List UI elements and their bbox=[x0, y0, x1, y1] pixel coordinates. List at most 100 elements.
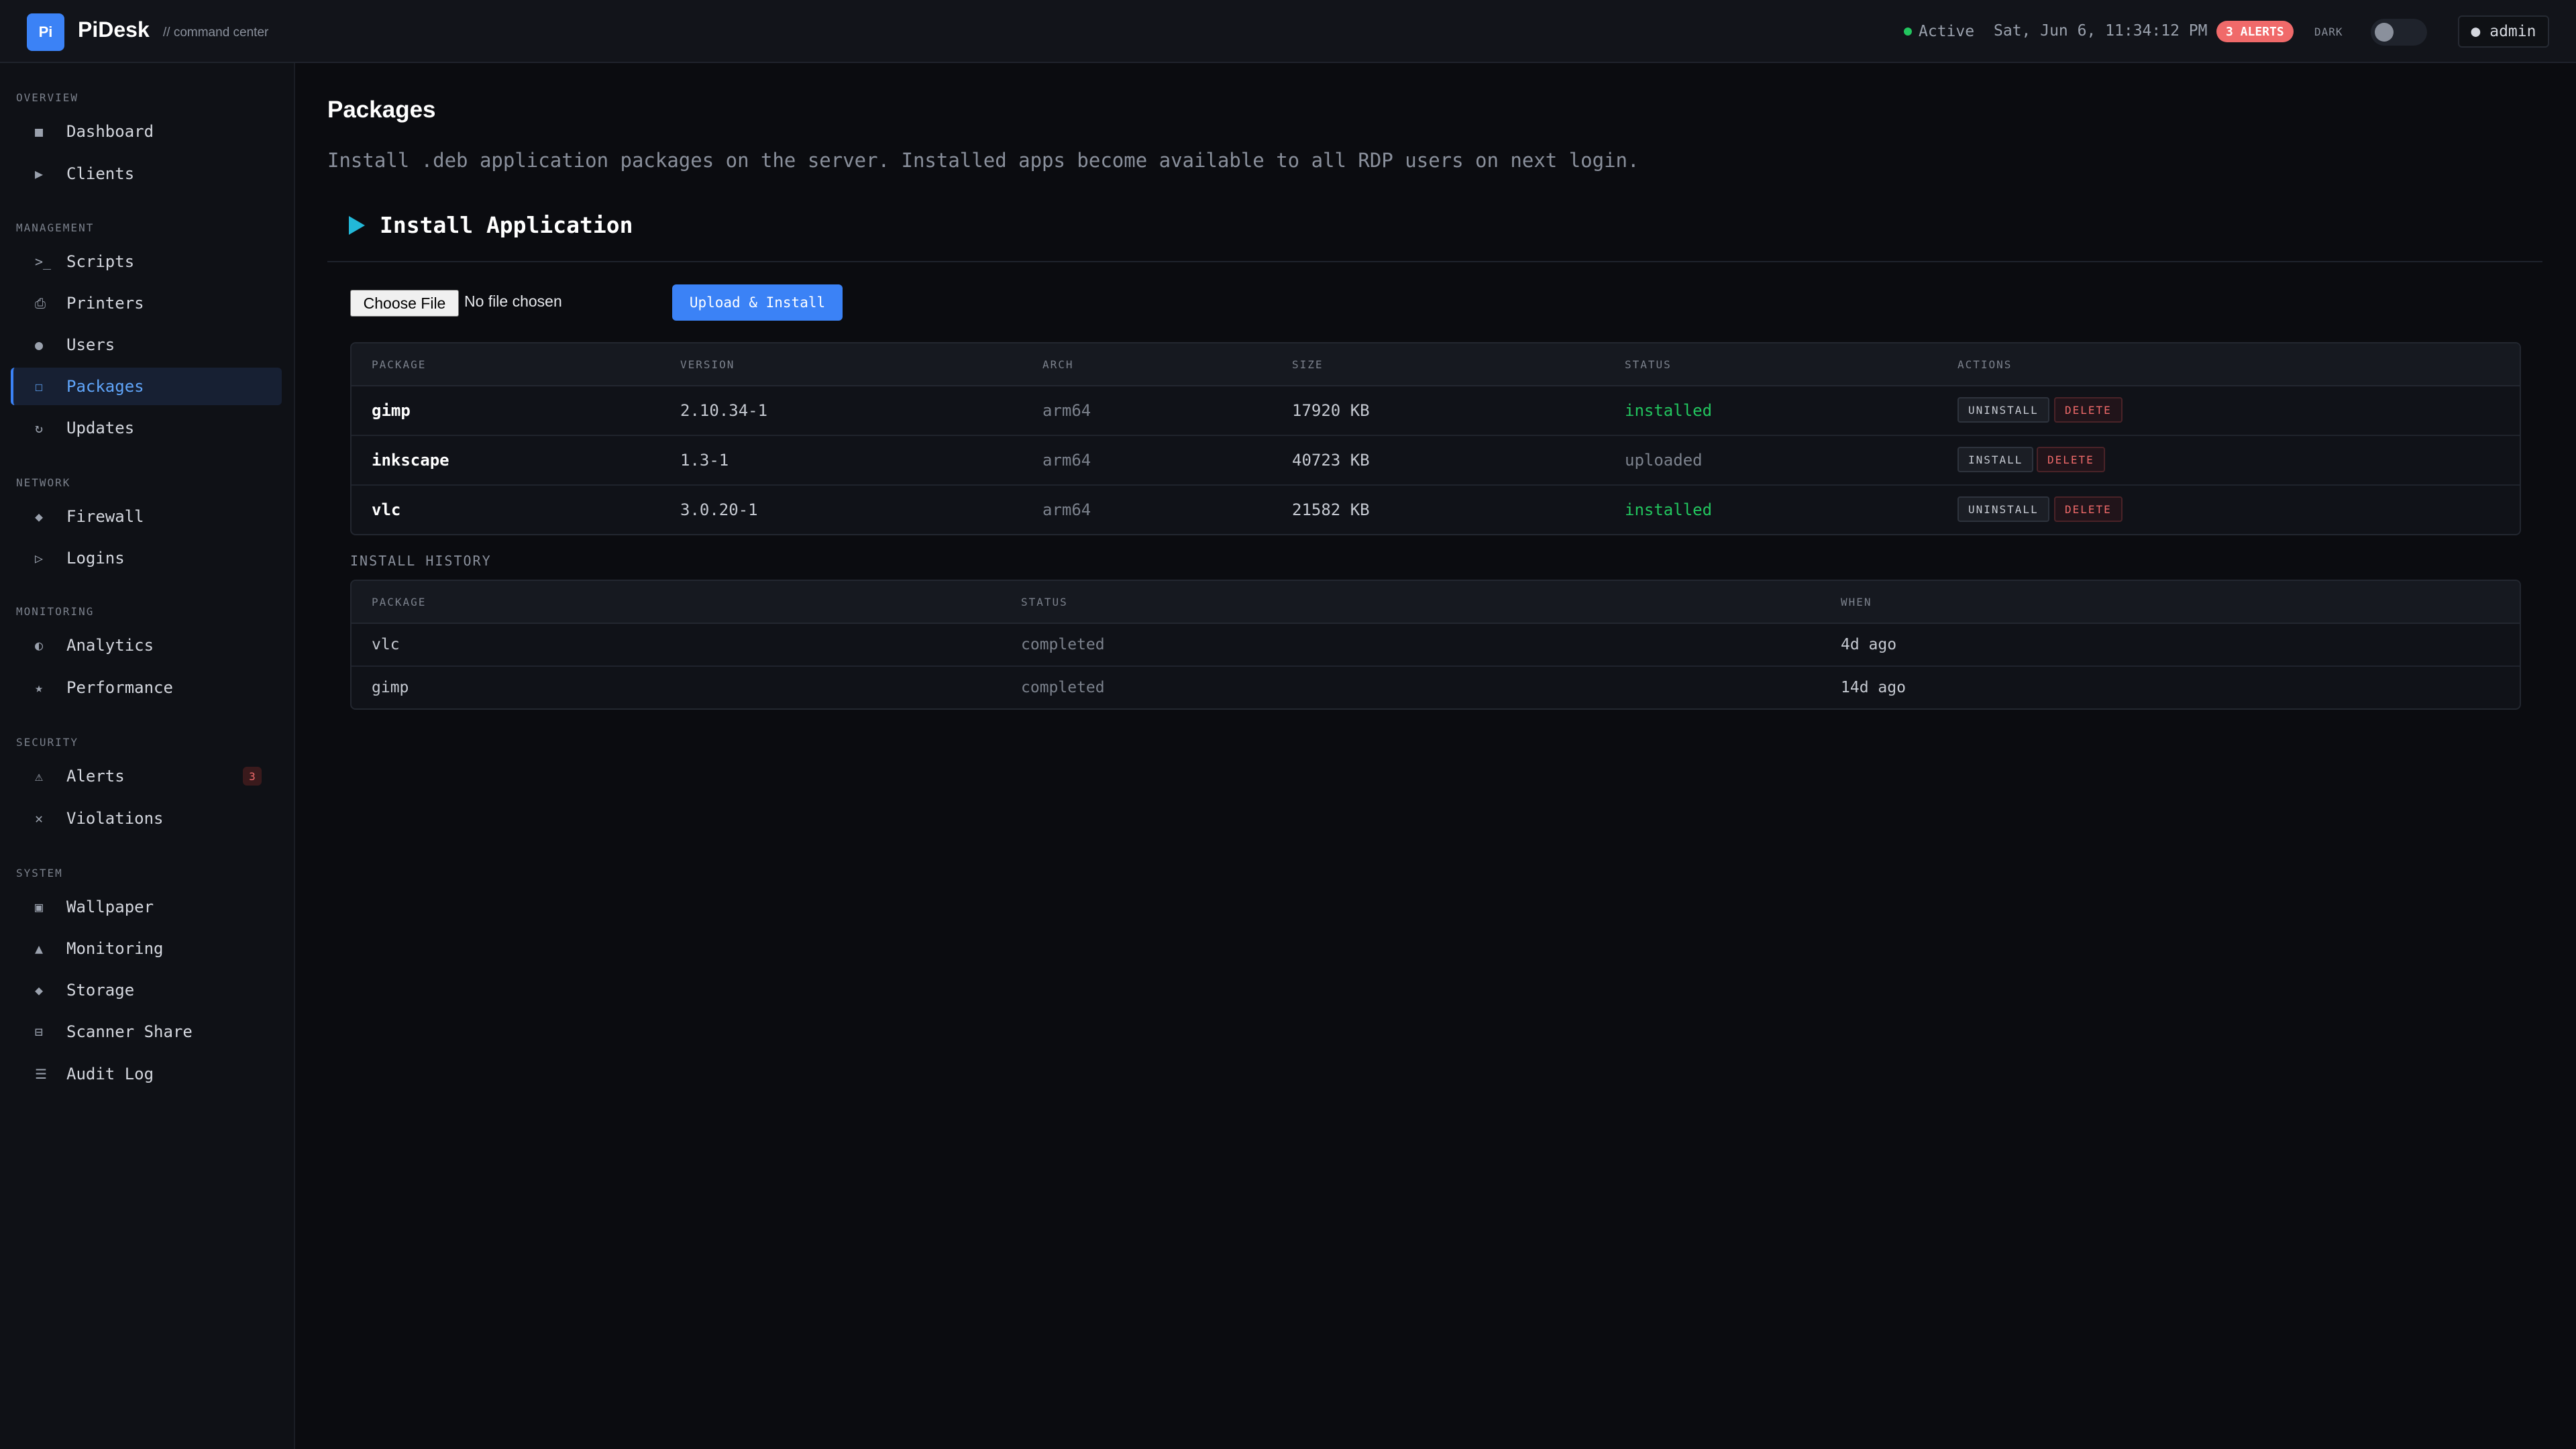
sidebar-item-label: Firewall bbox=[66, 507, 144, 526]
sidebar-item-storage[interactable]: ◆ Storage bbox=[11, 971, 282, 1009]
delete-button[interactable]: DELETE bbox=[2037, 447, 2105, 472]
sidebar-item-firewall[interactable]: ◆ Firewall bbox=[11, 498, 282, 535]
expand-triangle-icon bbox=[349, 215, 365, 235]
column-header: ACTIONS bbox=[1957, 358, 2012, 371]
top-bar: Pi PiDesk // command center Active Sat, … bbox=[0, 0, 2576, 63]
uninstall-button[interactable]: UNINSTALL bbox=[1957, 397, 2049, 423]
sidebar-item-dashboard[interactable]: ■ Dashboard bbox=[11, 113, 282, 150]
terminal-icon: >_ bbox=[35, 254, 52, 270]
delete-button[interactable]: DELETE bbox=[2054, 397, 2123, 423]
sidebar-item-logins[interactable]: ▷ Logins bbox=[11, 539, 282, 577]
app-subtitle: // command center bbox=[163, 25, 269, 40]
sidebar-item-clients[interactable]: ▶ Clients bbox=[11, 155, 282, 193]
alerts-count-badge: 3 bbox=[243, 767, 262, 786]
sidebar-item-updates[interactable]: ↻ Updates bbox=[11, 409, 282, 447]
page-description: Install .deb application packages on the… bbox=[327, 149, 1640, 172]
app-logo: Pi bbox=[27, 13, 64, 51]
sidebar-item-analytics[interactable]: ◐ Analytics bbox=[11, 627, 282, 664]
package-name: vlc bbox=[372, 500, 401, 519]
package-status: uploaded bbox=[1625, 451, 1703, 470]
sidebar-item-label: Printers bbox=[66, 294, 144, 313]
sidebar-item-label: Monitoring bbox=[66, 939, 164, 958]
sidebar-item-packages[interactable]: ☐ Packages bbox=[11, 368, 282, 405]
column-header: STATUS bbox=[1625, 358, 1672, 371]
uninstall-button[interactable]: UNINSTALL bbox=[1957, 496, 2049, 522]
alerts-badge[interactable]: 3 ALERTS bbox=[2216, 21, 2294, 42]
file-status-label: No file chosen bbox=[464, 292, 562, 310]
analytics-icon: ◐ bbox=[35, 637, 44, 653]
sidebar-item-label: Updates bbox=[66, 419, 135, 437]
triangle-icon: ▲ bbox=[35, 941, 44, 957]
sidebar-item-performance[interactable]: ★ Performance bbox=[11, 669, 282, 706]
app-name: PiDesk bbox=[78, 17, 150, 42]
history-package: gimp bbox=[372, 679, 409, 696]
section-system: SYSTEM bbox=[16, 867, 63, 879]
firewall-icon: ◆ bbox=[35, 508, 44, 525]
history-when: 4d ago bbox=[1841, 636, 1897, 653]
storage-icon: ◆ bbox=[35, 982, 44, 998]
package-name: gimp bbox=[372, 401, 411, 420]
history-package: vlc bbox=[372, 636, 400, 653]
login-icon: ▷ bbox=[35, 550, 44, 566]
page-title: Packages bbox=[327, 97, 436, 123]
delete-button[interactable]: DELETE bbox=[2054, 496, 2123, 522]
user-menu-button[interactable]: ● admin bbox=[2458, 15, 2549, 48]
divider bbox=[327, 261, 2542, 262]
sidebar-item-scanner-share[interactable]: ⊟ Scanner Share bbox=[11, 1013, 282, 1051]
theme-toggle[interactable] bbox=[2371, 19, 2427, 46]
image-icon: ▣ bbox=[35, 899, 44, 915]
package-status: installed bbox=[1625, 401, 1713, 420]
sidebar-item-label: Packages bbox=[66, 377, 144, 396]
star-icon: ★ bbox=[35, 680, 44, 696]
install-section-header[interactable]: Install Application bbox=[349, 212, 633, 238]
package-size: 21582 KB bbox=[1292, 500, 1370, 519]
section-management: MANAGEMENT bbox=[16, 221, 95, 234]
sidebar-item-label: Performance bbox=[66, 678, 173, 697]
user-icon: ● bbox=[35, 337, 44, 353]
table-row: vlc 3.0.20-1 arm64 21582 KB installed UN… bbox=[352, 486, 2520, 534]
install-button[interactable]: INSTALL bbox=[1957, 447, 2034, 472]
sidebar-item-label: Logins bbox=[66, 549, 125, 568]
package-version: 1.3-1 bbox=[680, 451, 729, 470]
column-header: VERSION bbox=[680, 358, 735, 371]
sidebar: OVERVIEW ■ Dashboard ▶ Clients MANAGEMEN… bbox=[0, 63, 295, 1449]
package-version: 2.10.34-1 bbox=[680, 401, 768, 420]
status-indicator: Active bbox=[1904, 23, 1974, 40]
history-when: 14d ago bbox=[1841, 679, 1906, 696]
package-version: 3.0.20-1 bbox=[680, 500, 758, 519]
column-header: ARCH bbox=[1042, 358, 1074, 371]
status-text: Active bbox=[1919, 23, 1975, 40]
table-row: vlc completed 4d ago bbox=[352, 624, 2520, 667]
datetime: Sat, Jun 6, 11:34:12 PM bbox=[1994, 22, 2208, 40]
scanner-icon: ⊟ bbox=[35, 1024, 44, 1040]
sidebar-item-users[interactable]: ● Users bbox=[11, 326, 282, 364]
toggle-knob bbox=[2375, 23, 2394, 42]
sidebar-item-printers[interactable]: ⎙ Printers bbox=[11, 284, 282, 322]
sidebar-item-wallpaper[interactable]: ▣ Wallpaper bbox=[11, 888, 282, 926]
choose-file-button[interactable]: Choose File bbox=[350, 290, 459, 317]
sidebar-item-label: Violations bbox=[66, 809, 164, 828]
sidebar-item-label: Scanner Share bbox=[66, 1022, 193, 1041]
refresh-icon: ↻ bbox=[35, 420, 44, 436]
sidebar-item-label: Users bbox=[66, 335, 115, 354]
package-icon: ☐ bbox=[35, 378, 44, 394]
warning-icon: ⚠ bbox=[35, 768, 44, 784]
section-overview: OVERVIEW bbox=[16, 91, 79, 104]
sidebar-item-monitoring[interactable]: ▲ Monitoring bbox=[11, 930, 282, 967]
upload-install-button[interactable]: Upload & Install bbox=[672, 284, 843, 321]
sidebar-item-scripts[interactable]: >_ Scripts bbox=[11, 243, 282, 280]
package-arch: arm64 bbox=[1042, 451, 1091, 470]
sidebar-item-violations[interactable]: ✕ Violations bbox=[11, 800, 282, 837]
sidebar-item-label: Audit Log bbox=[66, 1065, 154, 1083]
dashboard-icon: ■ bbox=[35, 123, 44, 140]
sidebar-item-audit-log[interactable]: ☰ Audit Log bbox=[11, 1055, 282, 1093]
sidebar-item-label: Dashboard bbox=[66, 122, 154, 141]
section-security: SECURITY bbox=[16, 736, 79, 749]
sidebar-item-label: Wallpaper bbox=[66, 898, 154, 916]
package-arch: arm64 bbox=[1042, 401, 1091, 420]
package-status: installed bbox=[1625, 500, 1713, 519]
column-header: PACKAGE bbox=[372, 358, 427, 371]
sidebar-item-alerts[interactable]: ⚠ Alerts 3 bbox=[11, 757, 282, 795]
section-network: NETWORK bbox=[16, 476, 71, 489]
table-header: PACKAGE VERSION ARCH SIZE STATUS ACTIONS bbox=[352, 343, 2520, 386]
